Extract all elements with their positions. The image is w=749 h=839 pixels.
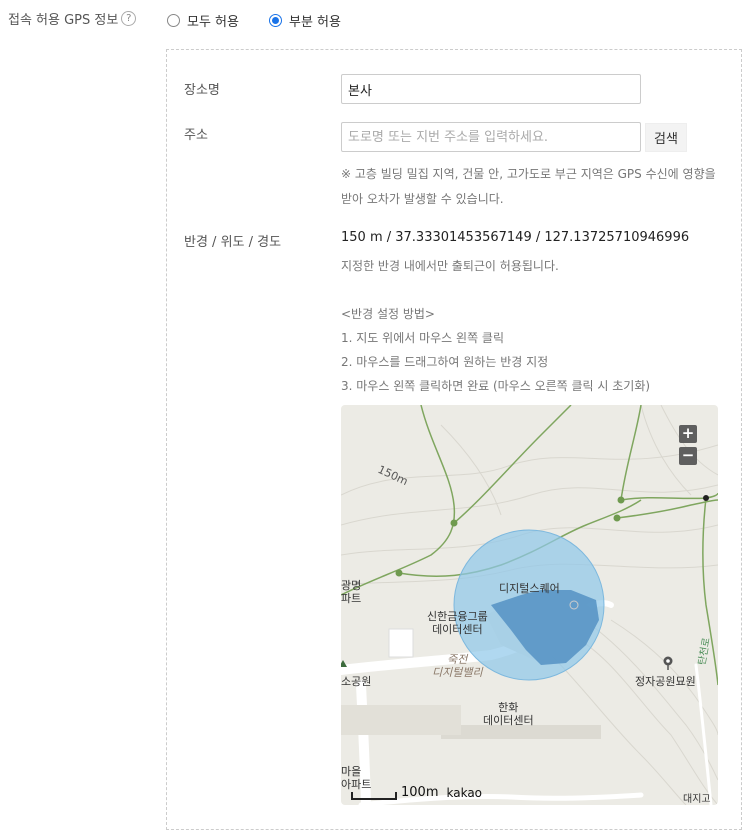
radio-allow-partial[interactable]: 부분 허용 xyxy=(268,11,341,30)
label-small-park: 소공원 xyxy=(341,675,372,688)
place-name-label: 장소명 xyxy=(184,83,220,98)
label-corner: 대지고 xyxy=(683,794,711,805)
tree-icon xyxy=(341,660,347,667)
label-shinhan-line2: 데이터센터 xyxy=(432,623,483,636)
label-left-line1: 광명 xyxy=(341,579,362,592)
label-hanwha-line1: 한화 xyxy=(498,701,519,714)
gps-accuracy-note-line2: 받아 오차가 발생할 수 있습니다. xyxy=(341,192,504,206)
radius-hint: 지정한 반경 내에서만 출퇴근이 허용됩니다. xyxy=(341,259,559,273)
gps-info-label-text: 접속 허용 GPS 정보 xyxy=(8,13,119,28)
radius-guide: <반경 설정 방법> 1. 지도 위에서 마우스 왼쪽 클릭 2. 마우스를 드… xyxy=(341,302,650,398)
address-search-button[interactable]: 검색 xyxy=(645,123,687,152)
radius-lat-lng-value: 150 m / 37.33301453567149 / 127.13725710… xyxy=(341,230,690,245)
radio-allow-all-label[interactable]: 모두 허용 xyxy=(187,11,239,30)
zoom-out-button[interactable]: − xyxy=(679,447,697,465)
partial-allow-panel: 장소명 주소 검색 ※ 고층 빌딩 밀집 지역, 건물 안, 고가도로 부근 지… xyxy=(166,49,742,830)
map-canvas[interactable] xyxy=(341,405,718,805)
radius-lat-lng-label: 반경 / 위도 / 경도 xyxy=(184,235,282,250)
label-jukjeon-line2: 디지털밸리 xyxy=(432,666,483,679)
label-hanwha-line2: 데이터센터 xyxy=(483,714,534,727)
label-jukjeon-line1: 죽전 xyxy=(447,653,468,666)
label-jeongja-park: 정자공원묘원 xyxy=(635,675,696,688)
address-label: 주소 xyxy=(184,128,208,143)
label-shinhan-data-center: 신한금융그룹 데이터센터 xyxy=(427,610,488,636)
label-jukjeon-digital-valley: 죽전 디지털밸리 xyxy=(432,653,483,679)
radius-guide-step-3: 3. 마우스 왼쪽 클릭하면 완료 (마우스 오른쪽 클릭 시 초기화) xyxy=(341,379,651,393)
label-bottom-line1: 마을 xyxy=(341,765,362,778)
kakao-logo: kakao xyxy=(446,786,483,800)
radio-allow-all[interactable]: 모두 허용 xyxy=(167,11,239,30)
map-scale: 100m kakao xyxy=(351,785,482,800)
radius-guide-title: <반경 설정 방법> xyxy=(341,307,435,321)
zoom-in-button[interactable]: + xyxy=(679,425,697,443)
radius-guide-step-1: 1. 지도 위에서 마우스 왼쪽 클릭 xyxy=(341,331,505,345)
radio-allow-partial-label[interactable]: 부분 허용 xyxy=(289,11,341,30)
scale-text: 100m xyxy=(401,785,439,800)
gps-accuracy-note: ※ 고층 빌딩 밀집 지역, 건물 안, 고가도로 부근 지역은 GPS 수신에… xyxy=(341,162,731,212)
label-shinhan-line1: 신한금융그룹 xyxy=(427,610,488,623)
label-left-apartment: 광명 파트 xyxy=(341,579,361,605)
gps-permission-radio-group: 모두 허용 부분 허용 xyxy=(167,11,341,30)
address-input[interactable] xyxy=(341,122,641,152)
gps-info-label: 접속 허용 GPS 정보 ? xyxy=(8,9,137,28)
place-name-input[interactable] xyxy=(341,74,641,104)
map-marker-dot xyxy=(703,495,709,501)
radio-allow-all-indicator[interactable] xyxy=(167,14,180,27)
label-digital-square: 디지털스퀘어 xyxy=(499,582,560,595)
radius-guide-step-2: 2. 마우스를 드래그하여 원하는 반경 지정 xyxy=(341,355,549,369)
radius-map[interactable]: + − 150m 디지털스퀘어 신한금융그룹 데이터센터 죽전 디지털밸리 한화… xyxy=(341,405,718,805)
help-icon[interactable]: ? xyxy=(121,11,137,26)
gps-accuracy-note-line1: ※ 고층 빌딩 밀집 지역, 건물 안, 고가도로 부근 지역은 GPS 수신에… xyxy=(341,167,716,181)
radio-allow-partial-indicator[interactable] xyxy=(268,14,282,27)
label-hanwha-data-center: 한화 데이터센터 xyxy=(483,701,534,727)
label-left-line2: 파트 xyxy=(341,592,362,605)
scale-bar xyxy=(351,792,397,800)
